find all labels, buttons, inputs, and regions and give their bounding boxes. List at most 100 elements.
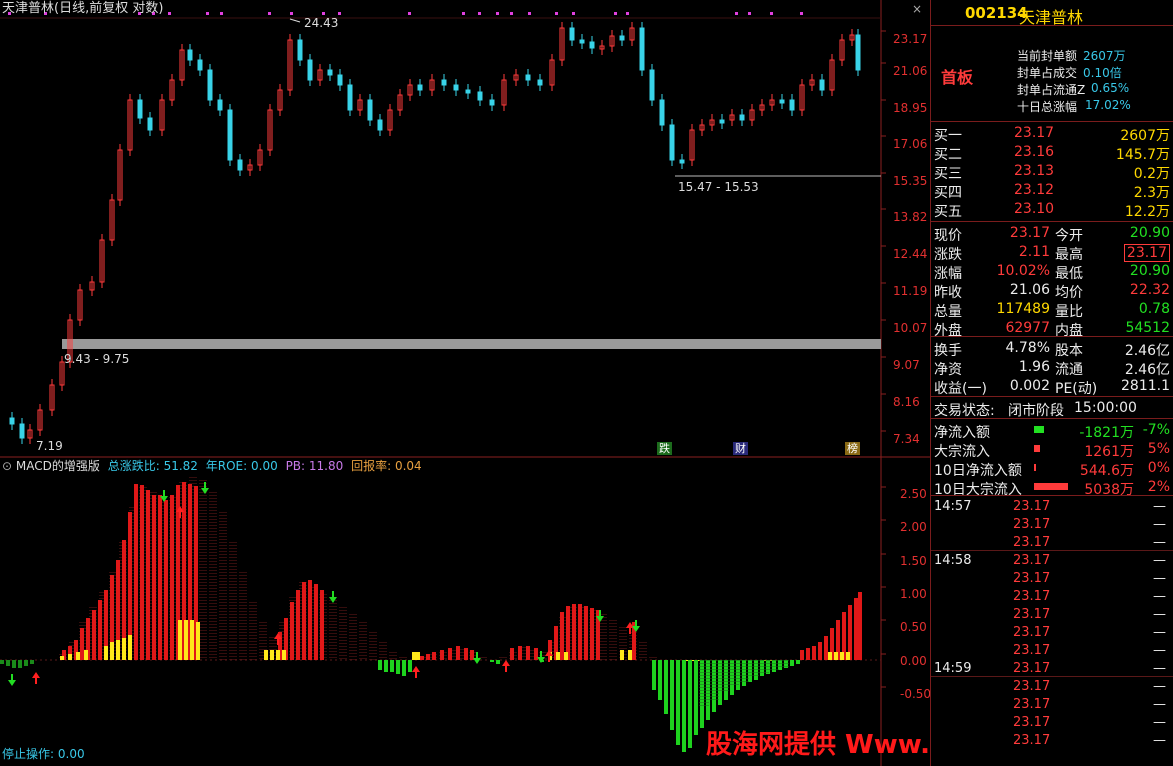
tick-row[interactable]: 14:58 23.17 — [931, 552, 1173, 570]
kline-chart-svg[interactable] [0, 0, 930, 766]
tick-row[interactable]: 23.17 — [931, 678, 1173, 696]
bid-row[interactable]: 买二 23.16 145.7万 [931, 143, 1173, 163]
histogram-bar-up [164, 500, 168, 660]
event-marker [528, 12, 531, 15]
histogram-bar-yellow [110, 642, 114, 660]
event-marker [800, 12, 803, 15]
event-marker [322, 12, 325, 15]
quote-row: 现价 23.17 今开 20.90 [931, 224, 1173, 244]
tick-row[interactable]: 23.17 — [931, 606, 1173, 624]
indicator-title[interactable]: MACD的增强版 [16, 459, 100, 473]
low-price-label: 7.19 [36, 439, 63, 453]
hbl-value: 0.04 [394, 459, 422, 473]
bid-volume: 145.7万 [1115, 147, 1170, 163]
tick-row[interactable]: 23.17 — [931, 714, 1173, 732]
quote-value: 22.32 [1129, 282, 1170, 298]
settings-icon[interactable]: ⊙ [2, 459, 12, 473]
seal-label: 十日总涨幅 [1017, 100, 1078, 114]
quote-label: 外盘 [934, 323, 962, 339]
tick-volume: — [1153, 697, 1166, 712]
tick-price: 23.17 [1013, 625, 1051, 640]
fund-value: 2811.1 [1121, 378, 1170, 394]
histogram-bar-up [158, 495, 162, 660]
flow-bar [1034, 464, 1036, 471]
chart-area[interactable]: 天津普林(日线,前复权 对数) × 24.43 7.19 9.43 - 9.75… [0, 0, 1139, 766]
bid-row[interactable]: 买一 23.17 2607万 [931, 124, 1173, 144]
event-marker [626, 12, 629, 15]
bid-price: 23.12 [1014, 182, 1055, 198]
zdzb-value: 51.82 [163, 459, 198, 473]
flow-value: 5038万 [1084, 482, 1134, 498]
histogram-bar-yellow [76, 652, 80, 660]
event-tag-fall[interactable]: 跌 [657, 442, 672, 455]
bid-row[interactable]: 买三 23.13 0.2万 [931, 162, 1173, 182]
histogram-bar-yellow [828, 652, 832, 660]
quote-row: 总量 117489 量比 0.78 [931, 300, 1173, 320]
candle-body [307, 59, 313, 81]
indicator-axis-tick: 2.50 [900, 487, 927, 501]
close-icon[interactable]: × [912, 3, 922, 15]
tick-volume: — [1153, 679, 1166, 694]
event-tag-finance[interactable]: 财 [733, 442, 748, 455]
tick-price: 23.17 [1013, 571, 1051, 586]
histogram-bar-up [314, 584, 318, 660]
fund-label: 流通 [1055, 362, 1083, 378]
tick-volume: — [1153, 499, 1166, 514]
price-axis-tick: 9.07 [893, 358, 920, 372]
bid-price: 23.17 [1014, 125, 1055, 141]
candle-body [569, 27, 575, 41]
sell-arrow-icon [329, 591, 337, 603]
tick-row[interactable]: 23.17 — [931, 624, 1173, 642]
gap-band [62, 339, 881, 349]
event-marker [268, 12, 271, 15]
event-tag-rank[interactable]: 榜 [845, 442, 860, 455]
candle-body [489, 99, 495, 106]
histogram-bar-down [658, 660, 662, 700]
histogram-bar-down [664, 660, 668, 714]
sell-arrow-icon [473, 652, 481, 664]
histogram-bar-up [818, 642, 822, 660]
bid-price: 23.13 [1014, 163, 1055, 179]
quote-value: 54512 [1125, 320, 1170, 336]
bid-volume: 2607万 [1120, 128, 1170, 144]
tick-volume: — [1153, 643, 1166, 658]
flow-label: 大宗流入 [934, 444, 990, 460]
tick-price: 23.17 [1013, 607, 1051, 622]
flow-label: 10日净流入额 [934, 463, 1022, 479]
histogram-bar-down [778, 660, 782, 670]
trade-status-label: 交易状态: [934, 403, 995, 419]
tick-row[interactable]: 23.17 — [931, 516, 1173, 534]
histogram-bar-down [6, 660, 10, 666]
histogram-bar-up [590, 608, 594, 660]
candle-body [855, 34, 861, 71]
tick-row[interactable]: 23.17 — [931, 696, 1173, 714]
trade-status-time: 15:00:00 [1074, 400, 1137, 416]
fund-value: 4.78% [1005, 340, 1050, 356]
candle-body [719, 119, 725, 124]
tick-group-divider [931, 550, 1173, 551]
tick-row[interactable]: 23.17 — [931, 732, 1173, 750]
quote-value: 62977 [1005, 320, 1050, 336]
histogram-bar-yellow [276, 650, 280, 660]
bid-row[interactable]: 买四 23.12 2.3万 [931, 181, 1173, 201]
indicator-header: ⊙ MACD的增强版 总涨跌比: 51.82 年ROE: 0.00 PB: 11… [2, 460, 422, 472]
seal-value: 2607万 [1083, 49, 1126, 63]
tick-row[interactable]: 23.17 — [931, 588, 1173, 606]
quote-value: 23.17 [1123, 244, 1170, 262]
seal-row: 封单占流通Z 0.65% [931, 80, 1173, 98]
histogram-bar-yellow [190, 620, 194, 660]
bid-row[interactable]: 买五 23.10 12.2万 [931, 200, 1173, 220]
histogram-bar-down [670, 660, 674, 730]
indicator-axis-tick: 1.50 [900, 554, 927, 568]
tick-row[interactable]: 23.17 — [931, 570, 1173, 588]
quote-label: 内盘 [1055, 323, 1083, 339]
tick-volume: — [1153, 661, 1166, 676]
tick-price: 23.17 [1013, 535, 1051, 550]
tick-price: 23.17 [1013, 697, 1051, 712]
sell-arrow-icon [8, 674, 16, 686]
fund-row: 净资 1.96 流通 2.46亿 [931, 358, 1173, 378]
tick-row[interactable]: 14:57 23.17 — [931, 498, 1173, 516]
tick-row[interactable]: 23.17 — [931, 642, 1173, 660]
quote-value: 2.11 [1018, 244, 1050, 260]
histogram-bar-down [390, 660, 394, 672]
